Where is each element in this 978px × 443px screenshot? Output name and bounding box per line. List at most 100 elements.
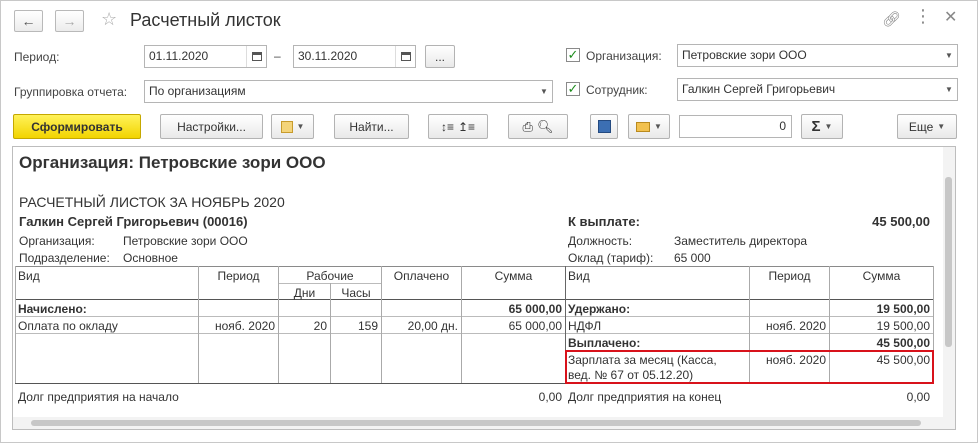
chevron-down-icon: ▼ bbox=[937, 122, 946, 131]
sigma-icon: Σ bbox=[811, 118, 821, 135]
col-header-period: Период bbox=[217, 269, 260, 283]
col-header-paid: Оплачено bbox=[393, 269, 450, 283]
accrual-paid: 20,00 дн. bbox=[407, 319, 458, 333]
date-to-field[interactable]: 30.11.2020 bbox=[293, 45, 416, 68]
collapse-groups-icon[interactable]: ↥≡ bbox=[458, 120, 475, 134]
debt-end-label: Долг предприятия на конец bbox=[568, 390, 722, 404]
withheld-total: 19 500,00 bbox=[876, 302, 930, 316]
forward-button[interactable]: → bbox=[55, 10, 84, 32]
org-info-label: Организация: bbox=[19, 234, 95, 248]
date-from-field[interactable]: 01.11.2020 bbox=[144, 45, 267, 68]
preview-icon[interactable]: 🔍︎ bbox=[537, 119, 554, 135]
debt-start-label: Долг предприятия на начало bbox=[18, 390, 179, 404]
variants-button[interactable]: ▼ bbox=[271, 114, 314, 139]
chevron-down-icon: ▼ bbox=[824, 122, 833, 131]
org-info-value: Петровские зори ООО bbox=[123, 234, 248, 248]
calendar-from-button[interactable] bbox=[246, 46, 266, 67]
grouping-value: По организациям bbox=[149, 84, 246, 98]
col-header-sum: Сумма bbox=[494, 269, 533, 283]
org-field[interactable]: Петровские зори ООО ▼ bbox=[677, 44, 958, 67]
position-value: Заместитель директора bbox=[674, 234, 808, 248]
find-label: Найти... bbox=[349, 119, 394, 134]
print-icon[interactable]: ⎙ bbox=[523, 119, 533, 135]
debt-start-value: 0,00 bbox=[538, 390, 562, 404]
employee-field[interactable]: Галкин Сергей Григорьевич ▼ bbox=[677, 78, 958, 101]
employee-checkbox[interactable]: ✓ bbox=[566, 82, 580, 96]
report-document[interactable]: Организация: Петровские зори ООО РАСЧЕТН… bbox=[12, 146, 956, 430]
sum-value-field[interactable]: 0 bbox=[679, 115, 792, 138]
arrow-left-icon: ← bbox=[21, 13, 36, 29]
ndfl-sum: 19 500,00 bbox=[876, 319, 930, 333]
more-button[interactable]: Еще ▼ bbox=[897, 114, 957, 139]
collapse-expand-group[interactable]: ↕≡ ↥≡ bbox=[428, 114, 488, 139]
sum-function-button[interactable]: Σ ▼ bbox=[801, 114, 843, 139]
calendar-icon bbox=[400, 52, 411, 61]
debt-end-value: 0,00 bbox=[906, 390, 930, 404]
dept-label: Подразделение: bbox=[19, 251, 110, 265]
org-checkbox[interactable]: ✓ bbox=[566, 48, 580, 62]
envelope-icon bbox=[636, 121, 651, 132]
expand-groups-icon[interactable]: ↕≡ bbox=[441, 120, 454, 134]
save-icon bbox=[597, 120, 611, 133]
find-button[interactable]: Найти... bbox=[334, 114, 409, 139]
grouping-select[interactable]: По организациям ▼ bbox=[144, 80, 553, 103]
date-from-value: 01.11.2020 bbox=[149, 49, 209, 63]
more-label: Еще bbox=[908, 119, 934, 134]
row-line bbox=[15, 316, 933, 317]
paid-total: 45 500,00 bbox=[876, 336, 930, 350]
col-header-working: Рабочие bbox=[306, 269, 354, 283]
date-to-value: 30.11.2020 bbox=[298, 49, 358, 63]
send-email-button[interactable]: ▼ bbox=[628, 114, 670, 139]
col-header-period-right: Период bbox=[768, 269, 811, 283]
accrual-hours: 159 bbox=[357, 319, 378, 333]
back-button[interactable]: ← bbox=[14, 10, 43, 32]
chevron-down-icon[interactable]: ▼ bbox=[536, 81, 552, 102]
select-period-label: ... bbox=[434, 49, 445, 64]
more-menu-icon[interactable]: ⋮ bbox=[914, 6, 932, 27]
report-org-header: Организация: Петровские зори ООО bbox=[19, 153, 326, 172]
col-header-days: Дни bbox=[293, 286, 316, 300]
col-header-kind-right: Вид bbox=[568, 269, 590, 283]
col-header-kind: Вид bbox=[18, 269, 40, 283]
col-header-hours: Часы bbox=[341, 286, 371, 300]
table-header-line bbox=[15, 299, 933, 300]
dept-value: Основное bbox=[123, 251, 178, 265]
org-label: Организация: bbox=[586, 49, 662, 63]
salary-value: 65 000 bbox=[674, 251, 711, 265]
window-title: Расчетный листок bbox=[130, 10, 281, 30]
chevron-down-icon[interactable]: ▼ bbox=[941, 79, 957, 100]
horizontal-scroll-thumb[interactable] bbox=[31, 420, 921, 426]
accrual-days: 20 bbox=[313, 319, 327, 333]
generate-button[interactable]: Сформировать bbox=[13, 114, 141, 139]
save-button[interactable] bbox=[590, 114, 618, 139]
vertical-scroll-thumb[interactable] bbox=[945, 177, 952, 347]
withheld-label: Удержано: bbox=[568, 302, 631, 316]
calendar-to-button[interactable] bbox=[395, 46, 415, 67]
settings-button[interactable]: Настройки... bbox=[160, 114, 263, 139]
position-label: Должность: bbox=[568, 234, 633, 248]
horizontal-scrollbar[interactable] bbox=[13, 417, 943, 429]
salary-label: Оклад (тариф): bbox=[568, 251, 654, 265]
close-icon[interactable]: ✕ bbox=[944, 7, 957, 27]
period-label: Период: bbox=[14, 50, 60, 64]
favorite-star-icon[interactable]: ☆ bbox=[101, 9, 117, 30]
vertical-scrollbar[interactable] bbox=[943, 147, 955, 429]
ndfl-kind: НДФЛ bbox=[568, 319, 602, 333]
accrual-kind: Оплата по окладу bbox=[18, 319, 118, 333]
employee-value: Галкин Сергей Григорьевич bbox=[682, 82, 836, 96]
arrow-right-icon: → bbox=[62, 13, 77, 29]
employee-name: Галкин Сергей Григорьевич (00016) bbox=[19, 214, 248, 229]
col-line bbox=[15, 266, 16, 383]
link-icon[interactable]: 🔗︎ bbox=[882, 10, 901, 28]
period-dash: – bbox=[274, 49, 281, 63]
col-header-sum-right: Сумма bbox=[862, 269, 901, 283]
org-value: Петровские зори ООО bbox=[682, 48, 807, 62]
generate-label: Сформировать bbox=[31, 119, 123, 134]
chevron-down-icon[interactable]: ▼ bbox=[941, 45, 957, 66]
select-period-button[interactable]: ... bbox=[425, 45, 455, 68]
row-line bbox=[15, 333, 933, 334]
chevron-down-icon: ▼ bbox=[654, 122, 662, 131]
print-group[interactable]: ⎙ 🔍︎ bbox=[508, 114, 568, 139]
sum-value: 0 bbox=[779, 119, 786, 133]
calendar-icon bbox=[251, 52, 262, 61]
